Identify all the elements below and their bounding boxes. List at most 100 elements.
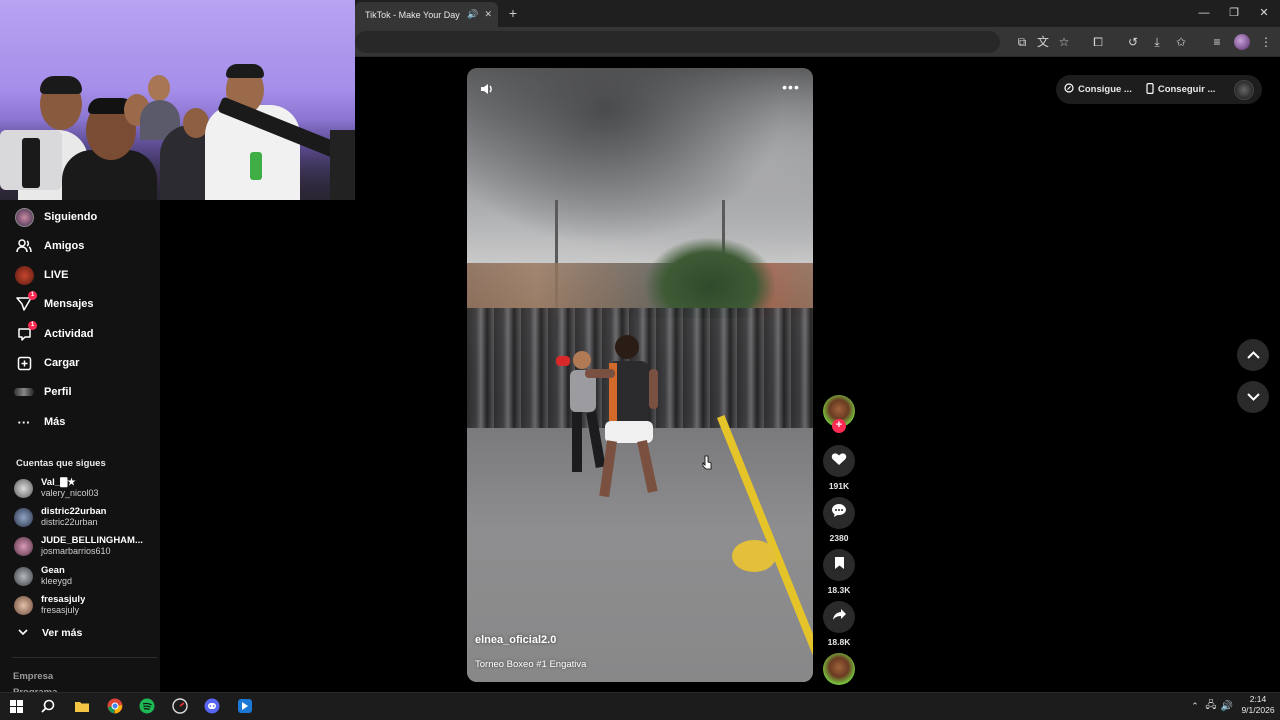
video-player[interactable]: ••• elnea_oficial2.0 Torneo Boxeo #1 Eng… [467, 68, 813, 682]
download-icon[interactable]: ⤓ [1148, 34, 1166, 50]
taskbar-clock[interactable]: 2:14 9/1/2026 [1236, 694, 1280, 716]
account-name: Gean [41, 565, 65, 576]
nav-following-label: Siguiendo [44, 211, 98, 223]
music-disc[interactable] [823, 653, 855, 685]
get-coins-button[interactable]: Consigue ... [1064, 83, 1132, 96]
spotify-icon[interactable] [138, 697, 156, 715]
new-tab-icon[interactable]: + [506, 5, 520, 21]
address-bar[interactable] [355, 31, 1000, 53]
account-handle: josmarbarrios610 [41, 546, 111, 556]
avatar [14, 478, 33, 498]
followed-account[interactable]: JUDE_BELLINGHAM... josmarbarrios610 [14, 533, 154, 559]
comment-icon [831, 503, 847, 523]
share-icon [832, 608, 847, 626]
chevron-down-icon [1246, 388, 1260, 406]
browser-menu-icon[interactable]: ⋮ [1257, 34, 1275, 50]
windows-start-icon[interactable] [7, 697, 25, 715]
favorites-icon[interactable]: ✩ [1172, 34, 1190, 50]
speaker-icon[interactable]: 🔊 [1218, 697, 1236, 715]
like-button[interactable] [823, 445, 855, 477]
save-button[interactable] [823, 549, 855, 581]
followed-account[interactable]: distric22urban distric22urban [14, 504, 154, 530]
next-video-button[interactable] [1237, 381, 1269, 413]
translate-icon[interactable]: 文 [1034, 34, 1052, 50]
top-right-actions: Consigue ... Conseguir ... [1056, 75, 1262, 104]
nav-friends[interactable]: Amigos [14, 235, 154, 257]
restore-icon[interactable]: ❐ [1223, 5, 1245, 21]
avatar [14, 536, 33, 556]
share-button[interactable] [823, 601, 855, 633]
account-handle: kleeygd [41, 576, 73, 586]
nav-friends-label: Amigos [44, 240, 85, 252]
minimize-icon[interactable]: — [1193, 5, 1215, 21]
taskbar [0, 692, 1280, 720]
like-count: 191K [828, 481, 850, 491]
account-handle: distric22urban [41, 517, 98, 527]
upload-icon [14, 353, 34, 373]
nav-messages[interactable]: 1 Mensajes [14, 291, 154, 315]
account-name: fresasjuly [41, 594, 86, 605]
bookmark-star-icon[interactable]: ☆ [1055, 34, 1073, 50]
followed-account[interactable]: Gean kleeygd [14, 563, 154, 589]
search-icon[interactable] [39, 697, 57, 715]
discord-icon[interactable] [203, 697, 221, 715]
avatar [14, 566, 33, 586]
nav-activity[interactable]: 1 Actividad [14, 321, 154, 345]
follow-plus-icon[interactable]: + [832, 419, 846, 433]
history-icon[interactable]: ↺ [1124, 34, 1142, 50]
nav-upload-label: Cargar [44, 357, 80, 369]
clock-time: 2:14 [1249, 694, 1267, 704]
comment-count: 2380 [829, 533, 849, 543]
footer-company-link[interactable]: Empresa [13, 671, 53, 682]
cast-icon[interactable]: ⧉ [1013, 34, 1031, 50]
previous-video-button[interactable] [1237, 339, 1269, 371]
video-author-username[interactable]: elnea_oficial2.0 [475, 634, 556, 646]
share-count: 18.8K [827, 637, 851, 647]
nav-profile[interactable]: Perfil [14, 381, 154, 403]
nav-upload[interactable]: Cargar [14, 352, 154, 374]
user-avatar[interactable] [1234, 79, 1254, 100]
live-icon [14, 265, 34, 285]
mouse-cursor-icon [702, 455, 712, 470]
save-count: 18.3K [827, 585, 851, 595]
account-name: distric22urban [41, 506, 107, 517]
nav-following[interactable]: Siguiendo [14, 206, 154, 228]
video-description: Torneo Boxeo #1 Engativa [475, 659, 587, 670]
get-app-button[interactable]: Conseguir ... [1146, 82, 1215, 97]
profile-icon [14, 382, 34, 402]
chrome-icon[interactable] [106, 697, 124, 715]
app-icon[interactable] [236, 697, 254, 715]
speed-test-icon[interactable] [171, 697, 189, 715]
following-accounts-title: Cuentas que sigues [16, 458, 106, 469]
messages-icon: 1 [14, 291, 37, 314]
browser-tab[interactable]: TikTok - Make Your Day 🔊 ✕ [355, 2, 498, 27]
nav-more-label: Más [44, 416, 66, 428]
account-handle: valery_nicol03 [41, 488, 99, 498]
see-more-label: Ver más [42, 627, 83, 639]
more-icon: ··· [17, 414, 31, 430]
tab-audio-icon[interactable]: 🔊 [467, 9, 478, 20]
activity-icon: 1 [14, 321, 37, 344]
comment-button[interactable] [823, 497, 855, 529]
friends-icon [14, 236, 34, 256]
close-window-icon[interactable]: ✕ [1253, 5, 1275, 21]
video-frame-trees [645, 238, 775, 318]
nav-more[interactable]: ··· Más [14, 411, 154, 433]
tab-close-icon[interactable]: ✕ [484, 9, 492, 20]
video-more-options-icon[interactable]: ••• [781, 80, 801, 98]
reading-list-icon[interactable]: ≡ [1208, 34, 1226, 50]
avatar [14, 595, 33, 615]
followed-account[interactable]: fresasjuly fresasjuly [14, 592, 154, 618]
nav-profile-label: Perfil [44, 386, 72, 398]
avatar [14, 507, 33, 527]
followed-account[interactable]: Val_🀫★ valery_nicol03 [14, 475, 154, 501]
nav-live[interactable]: LIVE [14, 264, 154, 286]
get-coins-label: Consigue ... [1078, 84, 1132, 95]
browser-profile-avatar[interactable] [1234, 34, 1250, 50]
following-avatar-icon [14, 207, 34, 227]
see-more-button[interactable]: Ver más [18, 627, 82, 639]
activity-badge: 1 [28, 321, 37, 330]
file-explorer-icon[interactable] [73, 697, 91, 715]
extensions-icon[interactable]: ⧠ [1089, 34, 1107, 50]
volume-icon[interactable] [479, 81, 499, 99]
